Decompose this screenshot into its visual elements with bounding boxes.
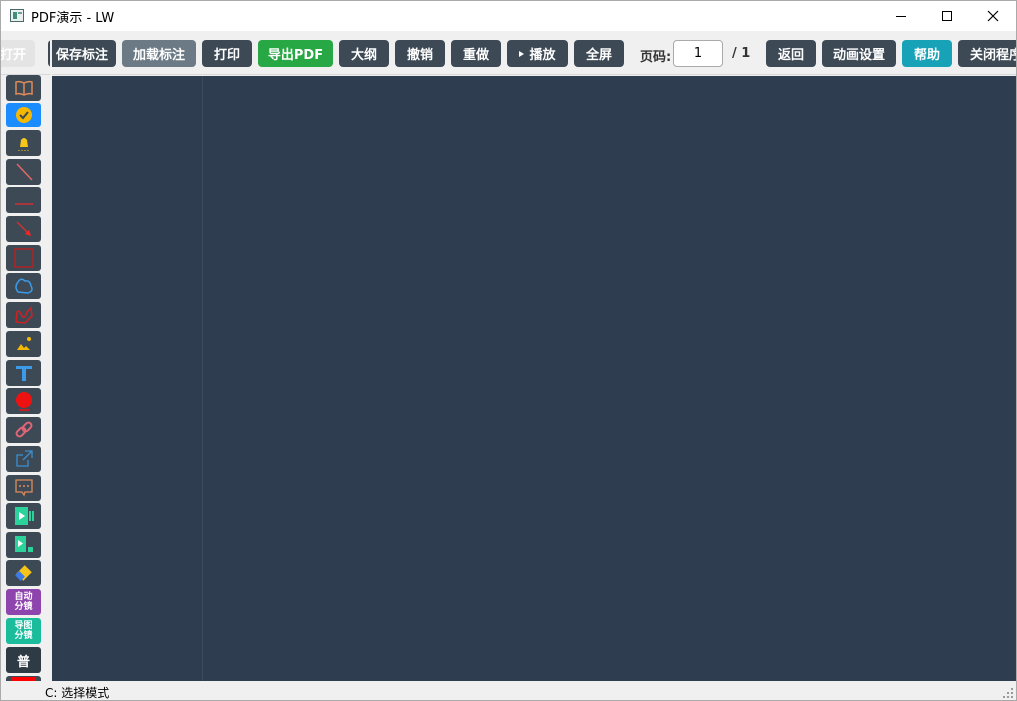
rectangle-icon [13, 248, 34, 268]
rectangle-tool[interactable] [6, 245, 41, 271]
freehand-icon [14, 306, 33, 324]
auto-storyboard-label: 自动 分镜 [14, 592, 33, 612]
eraser-icon [14, 565, 32, 581]
bell-icon [18, 138, 28, 151]
back-button[interactable]: 返回 [766, 40, 816, 67]
page-input[interactable] [673, 40, 723, 67]
thumbnail-panel[interactable] [52, 76, 203, 681]
line-tool[interactable] [6, 159, 41, 185]
freehand-tool[interactable] [6, 302, 41, 328]
animation-settings-button[interactable]: 动画设置 [822, 40, 896, 67]
app-window: PDF演示 - LW 打开 保存标注 加载标注 打印 导出PDF 大纲 撤销 重… [0, 0, 1017, 701]
status-bar: C: 选择模式 [1, 681, 1016, 700]
outline-tool[interactable] [6, 75, 41, 101]
comment-tool[interactable] [6, 475, 41, 501]
arrow-tool[interactable] [6, 216, 41, 242]
play-icon [519, 50, 525, 57]
image-icon [16, 337, 31, 350]
tool-sidebar: 自动 分镜 导图 分镜 普 [1, 75, 45, 681]
guided-storyboard-button[interactable]: 导图 分镜 [6, 618, 41, 644]
redo-button[interactable]: 重做 [451, 40, 501, 67]
select-check-icon [15, 107, 32, 123]
eraser-tool[interactable] [6, 560, 41, 586]
document-canvas[interactable] [52, 76, 1016, 681]
select-tool[interactable] [6, 103, 41, 127]
fullscreen-button[interactable]: 全屏 [574, 40, 624, 67]
link-tool[interactable] [6, 417, 41, 443]
spotlight-tool[interactable] [6, 130, 41, 156]
help-button[interactable]: 帮助 [902, 40, 952, 67]
dash-line-icon [14, 203, 33, 205]
close-window-button[interactable] [970, 1, 1016, 31]
resize-grip[interactable] [1003, 688, 1013, 698]
play-button[interactable]: 播放 [507, 40, 568, 67]
stamp-tool[interactable] [6, 388, 41, 414]
play-label: 播放 [529, 48, 556, 63]
audio-video-icon [14, 536, 33, 552]
minimize-button[interactable] [878, 1, 924, 31]
external-link-tool[interactable] [6, 446, 41, 472]
auto-storyboard-button[interactable]: 自动 分镜 [6, 589, 41, 615]
text-tool[interactable] [6, 360, 41, 386]
cloud-icon [14, 278, 33, 294]
maximize-button[interactable] [924, 1, 970, 31]
export-pdf-button[interactable]: 导出PDF [258, 40, 333, 67]
text-icon [15, 366, 32, 381]
close-program-button[interactable]: 关闭程序 [958, 40, 1016, 67]
window-title: PDF演示 - LW [31, 11, 115, 26]
video-icon [14, 507, 34, 525]
close-icon [987, 10, 999, 22]
video-tool[interactable] [6, 503, 41, 529]
outline-book-icon [14, 80, 33, 96]
undo-button[interactable]: 撤销 [395, 40, 445, 67]
maximize-icon [942, 11, 952, 21]
page-label: 页码: [640, 50, 672, 65]
save-annotation-button[interactable]: 保存标注 [48, 40, 116, 67]
cloud-tool[interactable] [6, 273, 41, 299]
page-total: / 1 [732, 46, 751, 61]
external-link-icon [15, 450, 33, 467]
minimize-icon [896, 15, 906, 17]
status-text: C: 选择模式 [45, 686, 110, 700]
link-icon [15, 421, 32, 438]
stamp-icon [15, 392, 32, 411]
line-icon [15, 163, 33, 181]
print-button[interactable]: 打印 [202, 40, 252, 67]
load-annotation-button[interactable]: 加载标注 [122, 40, 196, 67]
audio-video-tool[interactable] [6, 532, 41, 558]
comment-icon [14, 479, 33, 497]
toolbar: 打开 保存标注 加载标注 打印 导出PDF 大纲 撤销 重做 播放 全屏 页码:… [1, 32, 1016, 75]
sound-label: 普 [16, 654, 30, 670]
open-button[interactable]: 打开 [1, 40, 35, 67]
image-tool[interactable] [6, 331, 41, 357]
guided-storyboard-label: 导图 分镜 [14, 621, 33, 641]
title-bar: PDF演示 - LW [1, 1, 1016, 31]
sound-button[interactable]: 普 [6, 647, 41, 673]
dash-line-tool[interactable] [6, 187, 41, 213]
outline-button[interactable]: 大纲 [339, 40, 389, 67]
arrow-icon [15, 221, 31, 236]
app-icon [10, 9, 24, 22]
